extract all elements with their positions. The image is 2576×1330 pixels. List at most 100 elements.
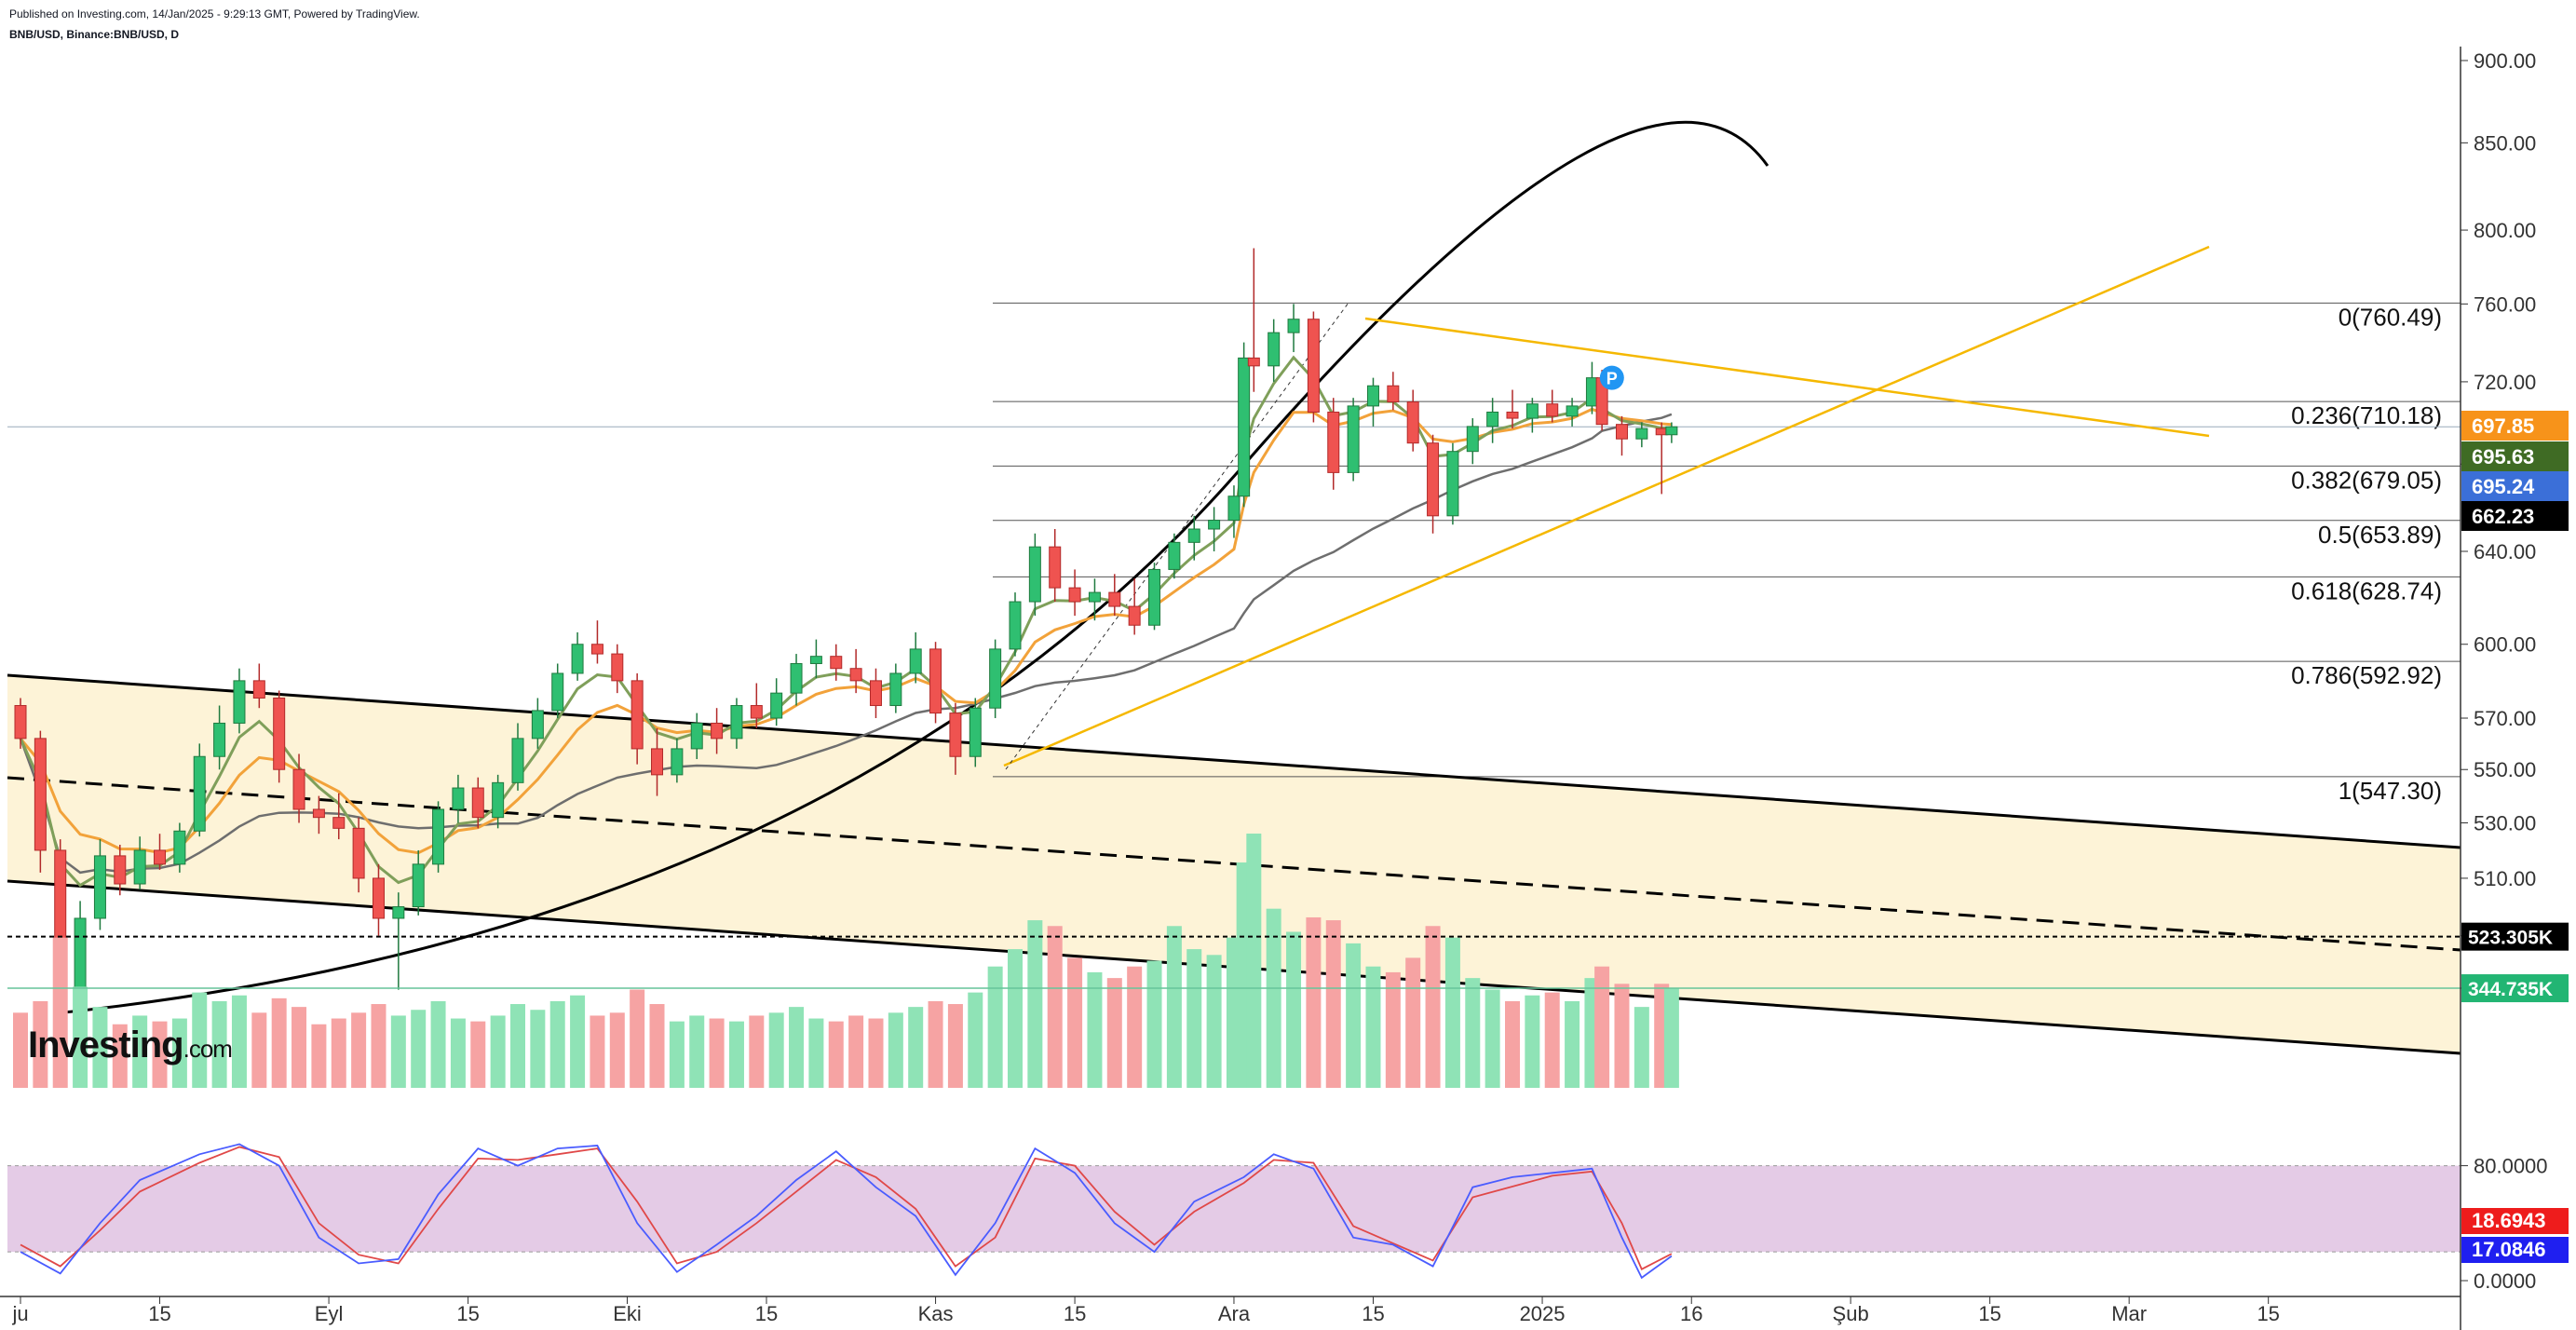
volume-bar xyxy=(868,1018,884,1088)
candle-body xyxy=(352,827,365,879)
candle-body xyxy=(1566,405,1579,417)
volume-bar xyxy=(1425,926,1441,1088)
volume-bar xyxy=(1047,926,1063,1088)
candle-body xyxy=(1427,442,1440,517)
candle-body xyxy=(14,705,27,740)
candle-body xyxy=(1049,546,1062,589)
volume-bar xyxy=(749,1015,765,1088)
candle-body xyxy=(1486,411,1499,428)
candle-body xyxy=(452,787,465,810)
time-tick-label: 15 xyxy=(755,1302,778,1325)
volume-bar xyxy=(231,995,247,1088)
time-tick-label: Ara xyxy=(1218,1302,1251,1325)
price-badge-label: 662.23 xyxy=(2472,505,2534,528)
candle-body xyxy=(332,817,346,829)
volume-bar xyxy=(1365,966,1381,1088)
candle-body xyxy=(1168,541,1181,570)
volume-badge-label: 344.735K xyxy=(2468,979,2553,1000)
price-badge-label: 697.85 xyxy=(2472,414,2534,438)
stoch-tick-label: 80.0000 xyxy=(2474,1155,2548,1178)
investing-logo: Investing.com xyxy=(28,1025,233,1066)
volume-bar xyxy=(1405,957,1421,1088)
volume-bar xyxy=(1286,931,1302,1088)
volume-bar xyxy=(1127,966,1143,1088)
candle-body xyxy=(213,722,226,757)
candle-body xyxy=(1635,428,1648,440)
volume-bar xyxy=(630,989,645,1088)
candle-body xyxy=(711,722,724,740)
volume-bar xyxy=(649,1004,665,1088)
volume-bar xyxy=(609,1012,625,1088)
candle-body xyxy=(929,648,942,714)
volume-bar xyxy=(1634,1007,1649,1088)
candle-body xyxy=(511,738,524,783)
volume-bar xyxy=(689,1015,705,1088)
candle-body xyxy=(1009,601,1022,650)
price-tick-label: 640.00 xyxy=(2474,540,2536,563)
candle-body xyxy=(1148,568,1161,626)
candle-body xyxy=(909,648,922,674)
volume-bar xyxy=(768,1012,784,1088)
volume-bar xyxy=(1325,920,1341,1088)
price-chart[interactable]: 0(760.49) 0.236(710.18) 0.382(679.05) 0.5(6… xyxy=(0,0,2576,1330)
candle-body xyxy=(1406,401,1419,444)
candle-body xyxy=(1347,405,1360,473)
volume-bar xyxy=(13,1012,28,1088)
candle-body xyxy=(1466,426,1479,453)
volume-bar xyxy=(1087,971,1103,1088)
candle-body xyxy=(1546,403,1559,417)
candle-body xyxy=(1128,605,1141,626)
candle-body xyxy=(750,705,763,719)
candle-body xyxy=(312,808,325,819)
time-tick-label: Eyl xyxy=(315,1302,344,1325)
candle-body xyxy=(292,768,305,810)
candle-body xyxy=(1287,319,1300,333)
candle-body xyxy=(690,722,703,750)
candle-body xyxy=(889,672,902,707)
volume-bar xyxy=(1027,920,1043,1088)
price-badge-label: 695.24 xyxy=(2472,475,2535,498)
candle-body xyxy=(551,672,564,712)
volume-bar xyxy=(709,1018,725,1088)
fib-label: 0.786(592.92) xyxy=(2291,661,2442,689)
volume-bar xyxy=(808,1018,824,1088)
volume-bar xyxy=(510,1004,525,1088)
logo-suffix: .com xyxy=(183,1035,233,1063)
candle-body xyxy=(1247,357,1260,367)
volume-bar xyxy=(1146,960,1162,1088)
volume-bar xyxy=(530,1010,546,1088)
candle-body xyxy=(471,787,484,819)
candle-body xyxy=(790,662,803,694)
candle-body xyxy=(1238,357,1251,497)
candle-body xyxy=(1028,546,1041,603)
volume-bar xyxy=(390,1015,406,1088)
volume-bar xyxy=(490,1015,506,1088)
candle-body xyxy=(531,710,544,740)
volume-bar xyxy=(351,1012,367,1088)
candle-body xyxy=(849,668,862,682)
stoch-k-value: 17.0846 xyxy=(2472,1238,2546,1261)
candle-body xyxy=(412,863,425,908)
candle-body xyxy=(173,830,186,865)
candle-body xyxy=(154,849,167,865)
price-tick-label: 510.00 xyxy=(2474,867,2536,890)
fib-label: 0.5(653.89) xyxy=(2318,521,2442,549)
volume-bar xyxy=(549,1000,565,1088)
price-tick-label: 550.00 xyxy=(2474,758,2536,781)
volume-bar xyxy=(908,1007,924,1088)
price-tick-label: 760.00 xyxy=(2474,292,2536,316)
price-tick-label: 600.00 xyxy=(2474,633,2536,657)
volume-bar xyxy=(789,1007,805,1088)
candle-body xyxy=(372,877,385,919)
volume-bar xyxy=(1485,989,1500,1088)
candle-body xyxy=(1227,495,1241,522)
candle-body xyxy=(1525,403,1539,419)
volume-bar xyxy=(828,1021,844,1088)
candle-body xyxy=(74,917,87,997)
candle-body xyxy=(1446,451,1459,517)
candle-body xyxy=(1615,424,1628,440)
volume-bar xyxy=(430,1000,446,1088)
candle-body xyxy=(93,855,106,919)
time-tick-label: Kas xyxy=(918,1302,954,1325)
candle-body xyxy=(770,692,783,719)
